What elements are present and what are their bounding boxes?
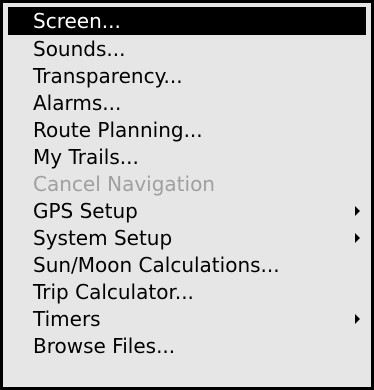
menu-item-screen[interactable]: Screen... <box>8 7 366 35</box>
menu-item-sun-moon-calculations[interactable]: Sun/Moon Calculations... <box>8 251 366 278</box>
menu-item-label: Cancel Navigation <box>33 171 215 196</box>
menu-item-system-setup[interactable]: System Setup <box>8 224 366 251</box>
menu-item-timers[interactable]: Timers <box>8 305 366 332</box>
menu-item-browse-files[interactable]: Browse Files... <box>8 332 366 359</box>
menu-item-label: Sounds... <box>33 36 126 61</box>
main-menu: Screen... Sounds... Transparency... Alar… <box>0 0 374 390</box>
menu-item-trip-calculator[interactable]: Trip Calculator... <box>8 278 366 305</box>
menu-item-label: Browse Files... <box>33 333 176 358</box>
menu-item-route-planning[interactable]: Route Planning... <box>8 116 366 143</box>
menu-item-label: My Trails... <box>33 144 139 169</box>
menu-item-label: Screen... <box>33 9 121 33</box>
menu-item-cancel-navigation: Cancel Navigation <box>8 170 366 197</box>
menu-item-label: Trip Calculator... <box>33 279 194 304</box>
submenu-arrow-icon <box>355 205 360 216</box>
menu-item-label: Transparency... <box>33 63 183 88</box>
menu-item-transparency[interactable]: Transparency... <box>8 62 366 89</box>
submenu-arrow-icon <box>355 313 360 324</box>
menu-item-label: System Setup <box>33 225 173 250</box>
menu-item-my-trails[interactable]: My Trails... <box>8 143 366 170</box>
submenu-arrow-icon <box>355 232 360 243</box>
menu-item-label: Route Planning... <box>33 117 203 142</box>
menu-item-label: Alarms... <box>33 90 122 115</box>
menu-item-label: GPS Setup <box>33 198 138 223</box>
menu-item-sounds[interactable]: Sounds... <box>8 35 366 62</box>
menu-item-label: Timers <box>33 306 101 331</box>
menu-item-gps-setup[interactable]: GPS Setup <box>8 197 366 224</box>
menu-item-label: Sun/Moon Calculations... <box>33 252 280 277</box>
menu-item-alarms[interactable]: Alarms... <box>8 89 366 116</box>
